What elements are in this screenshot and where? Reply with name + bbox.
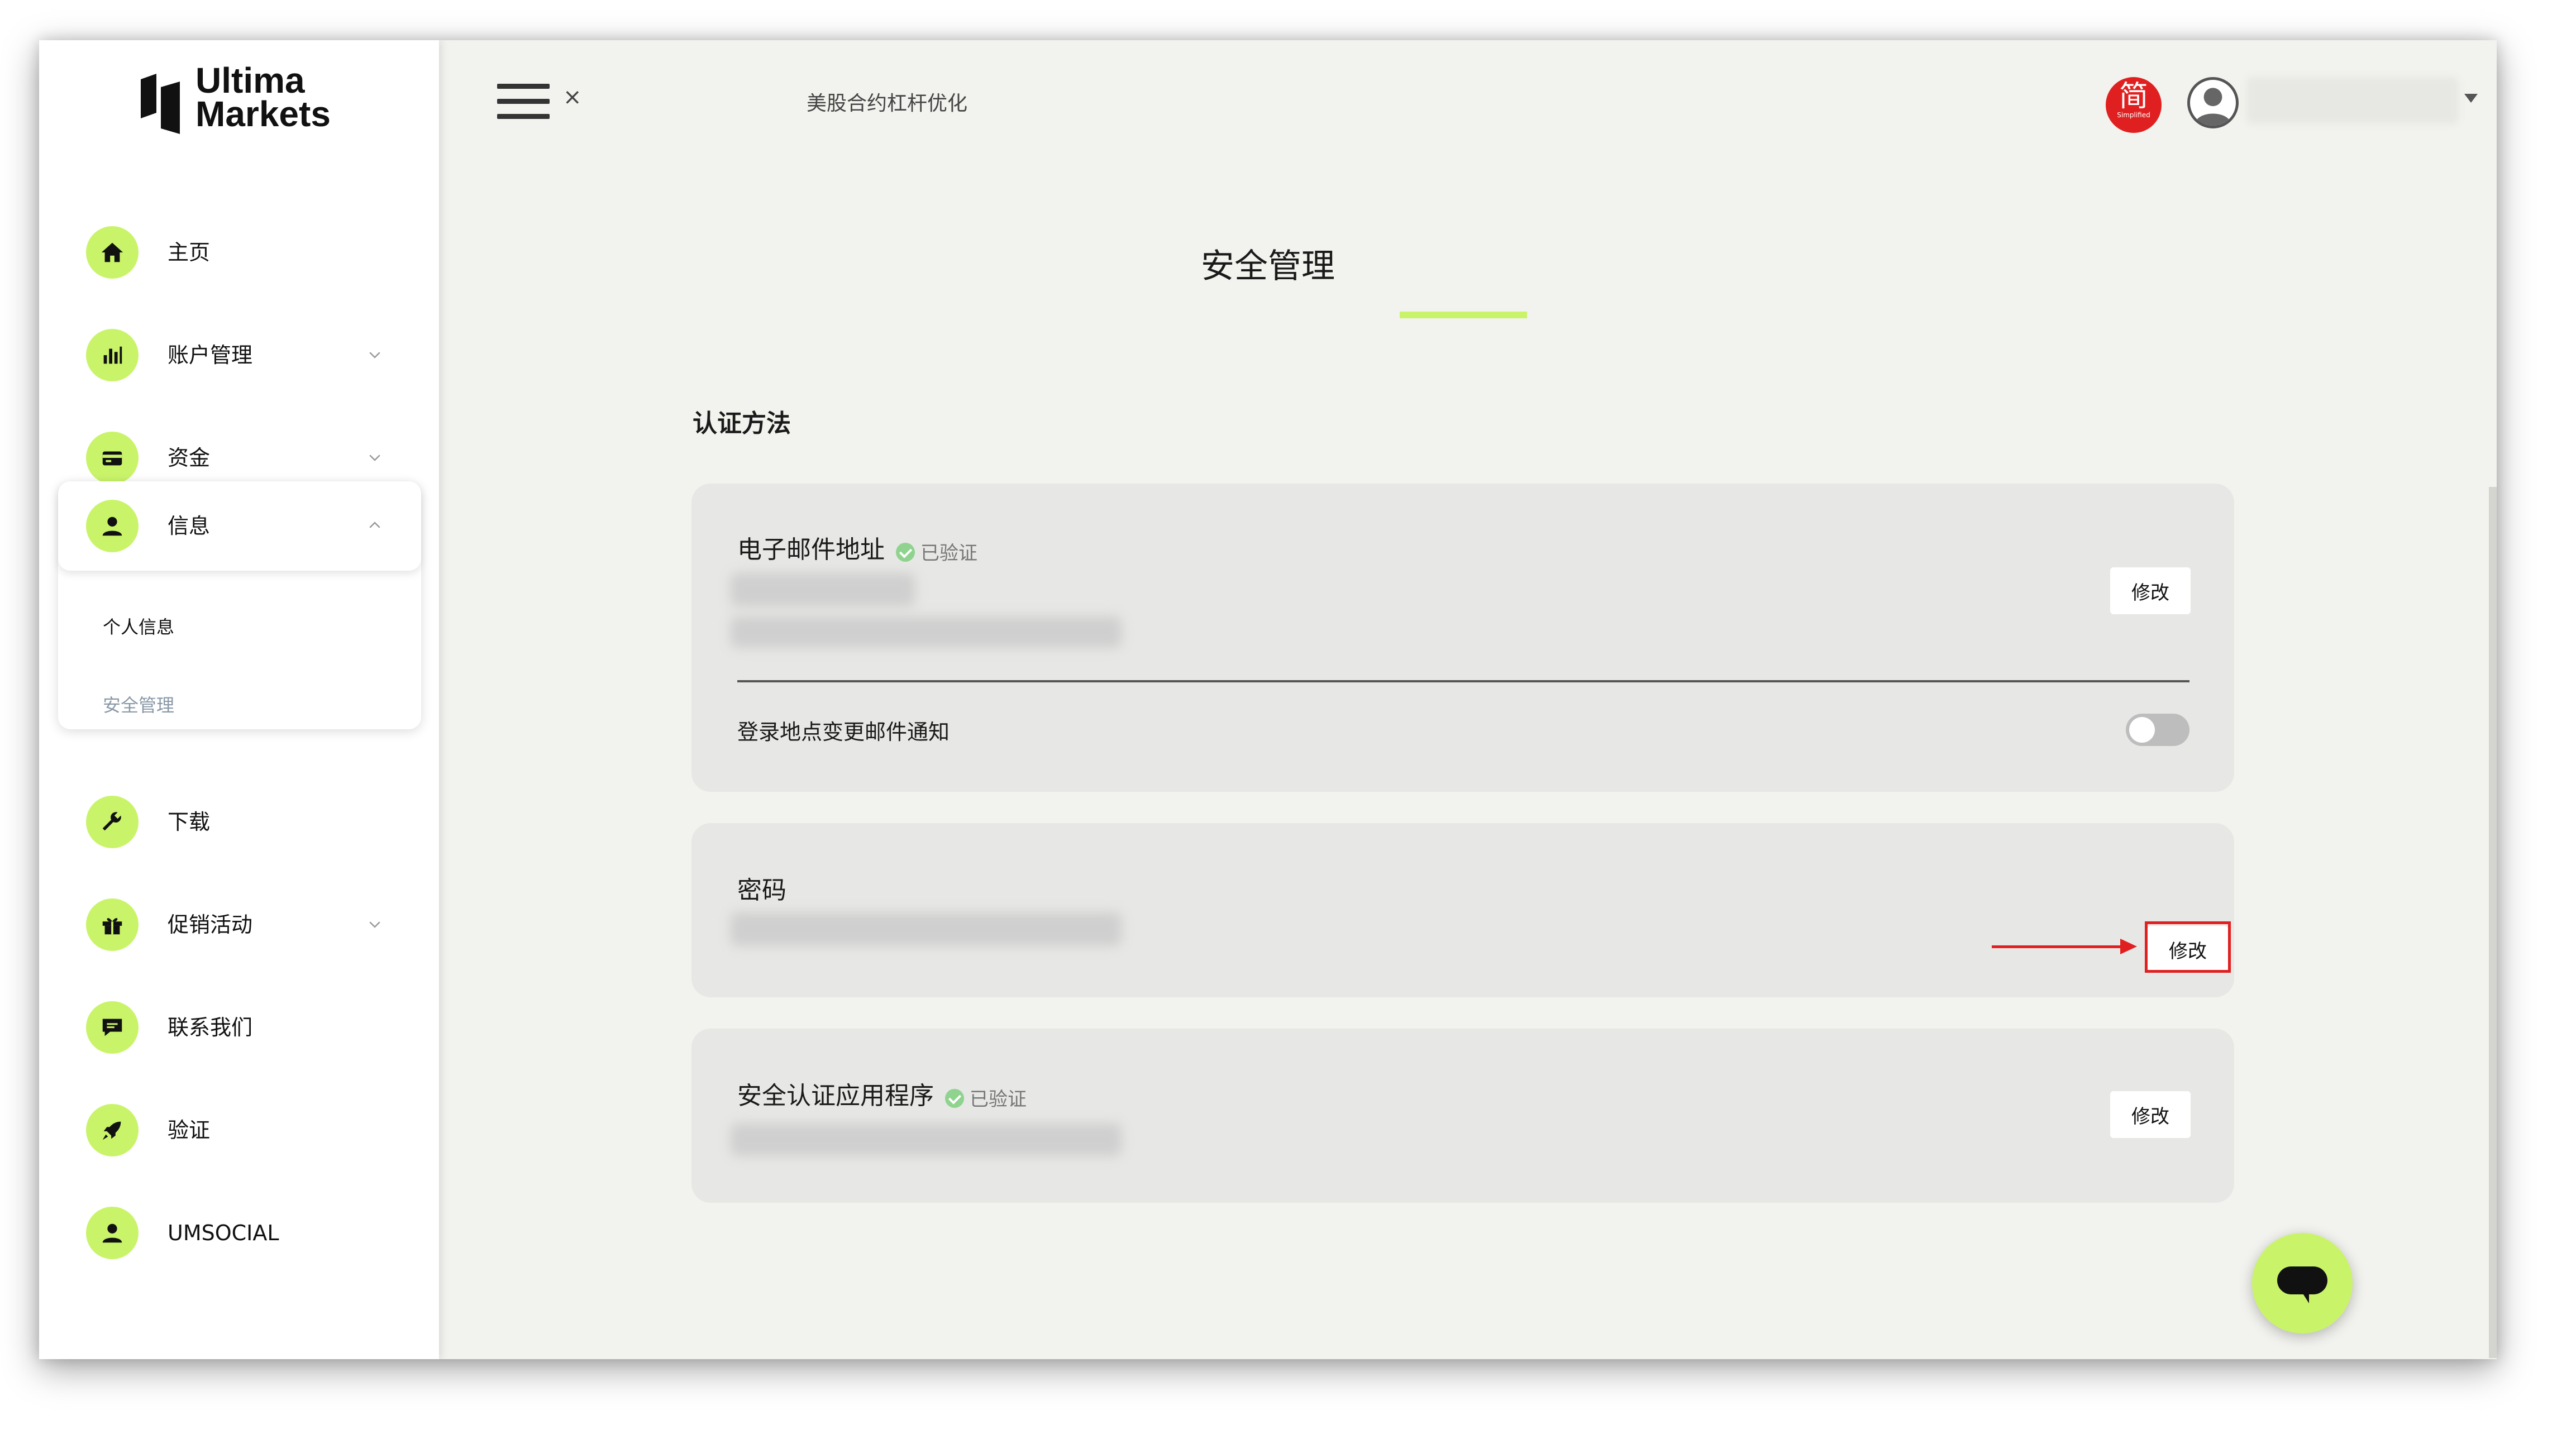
authenticator-card-title: 安全认证应用程序 已验证 <box>737 1082 1027 1111</box>
scrollbar[interactable] <box>2489 487 2497 1358</box>
chat-bubble-tail <box>2301 1291 2309 1303</box>
sidebar-item-label: 下载 <box>168 810 211 834</box>
topbar-announcement[interactable]: 美股合约杠杆优化 <box>807 87 967 116</box>
password-redacted <box>731 912 1122 946</box>
chat-bubble-icon <box>2277 1266 2327 1294</box>
email-redacted-detail <box>731 616 1122 648</box>
app-window: Ultima Markets 主页 账户管理 资金 信息 个人信息 安全管理 下… <box>39 40 2497 1359</box>
login-notify-label: 登录地点变更邮件通知 <box>737 720 950 744</box>
sidebar-item-promotions[interactable]: 促销活动 <box>39 891 439 958</box>
divider <box>737 680 2189 682</box>
submenu-item-security[interactable]: 安全管理 <box>103 691 174 717</box>
email-card-title: 电子邮件地址 已验证 <box>737 536 977 565</box>
language-switch-button[interactable]: 简 Simplified <box>2106 77 2162 133</box>
verified-badge: 已验证 <box>896 542 977 565</box>
user-icon <box>86 500 139 552</box>
username-redacted[interactable] <box>2246 77 2459 124</box>
wallet-icon <box>86 432 139 484</box>
verified-badge: 已验证 <box>945 1088 1027 1111</box>
authenticator-redacted <box>731 1124 1122 1156</box>
language-badge-char: 简 <box>2119 80 2148 113</box>
user-avatar-icon <box>2195 88 2231 126</box>
authenticator-card: 安全认证应用程序 已验证 修改 <box>691 1029 2234 1203</box>
sidebar-item-contact[interactable]: 联系我们 <box>39 994 439 1061</box>
email-redacted <box>731 573 915 606</box>
sidebar-item-info[interactable]: 信息 <box>58 481 421 571</box>
info-submenu-panel: 信息 个人信息 安全管理 <box>58 481 421 729</box>
sidebar-item-label: 联系我们 <box>168 1015 253 1040</box>
rocket-icon <box>86 1104 139 1156</box>
submenu-item-personal-info[interactable]: 个人信息 <box>103 613 174 639</box>
annotation-highlight-box <box>2145 921 2231 973</box>
user-icon <box>86 1207 139 1259</box>
menu-toggle-icon[interactable] <box>497 84 550 119</box>
logo-text: Ultima Markets <box>195 60 331 134</box>
title-underline <box>1400 312 1527 318</box>
check-circle-icon <box>945 1088 964 1108</box>
sidebar-item-label: 账户管理 <box>168 343 253 367</box>
check-circle-icon <box>896 542 915 562</box>
bar-chart-icon <box>86 329 139 381</box>
sidebar-item-umsocial[interactable]: UMSOCIAL <box>39 1199 439 1266</box>
sidebar-item-verify[interactable]: 验证 <box>39 1097 439 1164</box>
authenticator-modify-button[interactable]: 修改 <box>2110 1091 2191 1138</box>
email-modify-button[interactable]: 修改 <box>2110 567 2191 614</box>
password-card: 密码 修改 <box>691 823 2234 997</box>
email-card: 电子邮件地址 已验证 修改 登录地点变更邮件通知 <box>691 484 2234 792</box>
logo-mark-icon <box>141 74 180 134</box>
avatar[interactable] <box>2187 77 2239 128</box>
chevron-down-icon[interactable] <box>366 346 383 363</box>
close-icon[interactable]: × <box>563 86 582 108</box>
annotation-arrow-head <box>2120 939 2137 954</box>
chat-icon <box>86 1001 139 1054</box>
password-card-title: 密码 <box>737 876 786 905</box>
annotation-arrow <box>1992 945 2126 948</box>
sidebar-item-label: 促销活动 <box>168 912 253 937</box>
live-chat-button[interactable] <box>2252 1233 2353 1333</box>
section-label: 认证方法 <box>693 409 791 438</box>
sidebar-item-label: UMSOCIAL <box>168 1221 279 1245</box>
sidebar-item-label: 信息 <box>168 514 211 538</box>
language-badge-caption: Simplified <box>2117 111 2150 119</box>
login-notify-toggle[interactable] <box>2126 714 2189 746</box>
chevron-down-icon[interactable] <box>366 916 383 933</box>
gift-icon <box>86 898 139 951</box>
page-title: 安全管理 <box>1201 247 1335 286</box>
wrench-icon <box>86 796 139 848</box>
toggle-knob <box>2129 717 2155 743</box>
account-dropdown-icon[interactable] <box>2464 94 2478 103</box>
chevron-up-icon[interactable] <box>366 517 383 534</box>
sidebar-item-label: 验证 <box>168 1118 211 1142</box>
sidebar-item-download[interactable]: 下载 <box>39 788 439 855</box>
sidebar: Ultima Markets 主页 账户管理 资金 信息 个人信息 安全管理 下… <box>39 40 439 1359</box>
chevron-down-icon[interactable] <box>366 449 383 466</box>
sidebar-item-accounts[interactable]: 账户管理 <box>39 322 439 389</box>
